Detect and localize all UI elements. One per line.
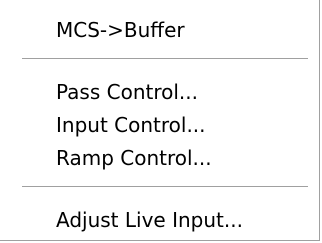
- menu-item-mcs-buffer[interactable]: MCS->Buffer: [56, 17, 185, 43]
- menu-separator: [22, 58, 308, 60]
- menu-item-pass-control[interactable]: Pass Control...: [56, 79, 198, 105]
- menu-item-input-control[interactable]: Input Control...: [56, 112, 206, 138]
- menu-item-adjust-live-input[interactable]: Adjust Live Input...: [56, 207, 243, 233]
- menu-separator: [22, 186, 308, 188]
- context-menu: MCS->Buffer Pass Control... Input Contro…: [0, 0, 320, 241]
- menu-item-ramp-control[interactable]: Ramp Control...: [56, 145, 212, 171]
